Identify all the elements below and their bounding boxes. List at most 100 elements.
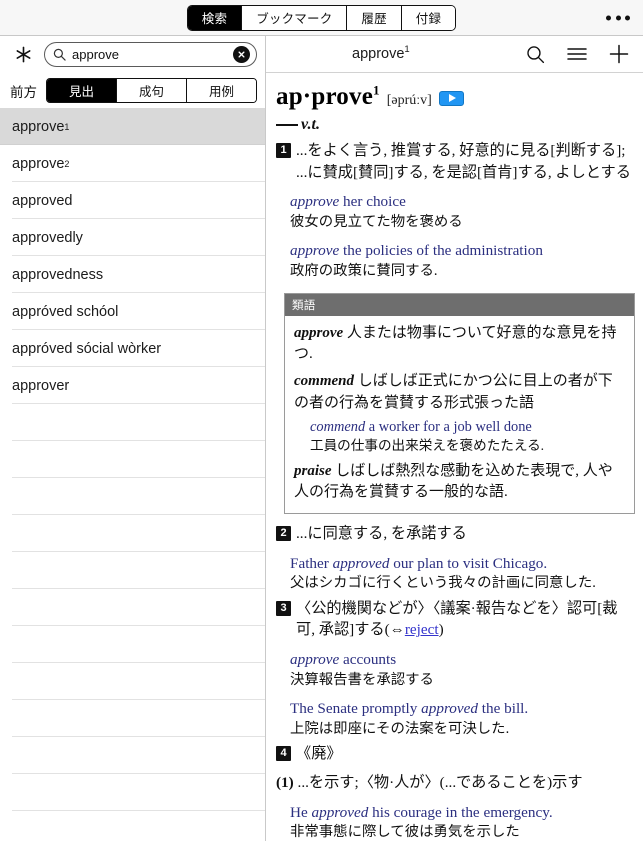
dictionary-app: 検索 ブックマーク 履歴 付録 approve 前方 見出 成句 用例 appr… [0,0,643,841]
sense-3: 3 〈公的機関などが〉〈議案·報告などを〉認可[裁可, 承認]する(⇔rejec… [276,598,635,641]
dot [625,15,630,20]
list-item-empty [0,441,265,478]
search-row: approve [0,36,265,73]
sidebar: approve 前方 見出 成句 用例 approve 1 approve 2 … [0,36,266,841]
dot [615,15,621,20]
sense-body: ...に同意する, を承諾する [296,523,635,545]
example-keyword: commend [310,418,366,435]
sense-2: 2 ...に同意する, を承諾する [276,523,635,545]
sense-definition: ...をよく言う, 推賞する, 好意的に見る[判断する]; ...に賛成[賛同]… [296,142,631,181]
example-en: approve accounts [290,650,635,670]
sense-number: 1 [276,143,291,158]
example: approve the policies of the administrati… [290,241,635,281]
headword-sup: 1 [373,82,380,98]
list-item[interactable]: approvedly [0,219,265,256]
result-list[interactable]: approve 1 approve 2 approved approvedly ap… [0,108,265,841]
main-tab-bar[interactable]: 検索 ブックマーク 履歴 付録 [186,4,457,31]
search-input-value: approve [72,47,119,62]
example-keyword: approve [290,193,340,211]
list-item-label: approvedly [12,229,83,246]
content-header-icons [526,44,629,64]
list-item[interactable]: appróved schóol [0,293,265,330]
cross-reference-link[interactable]: reject [405,621,439,638]
example-en: He approved his courage in the emergency… [290,803,635,823]
example-en-rest: accounts [339,651,397,669]
filter-example[interactable]: 用例 [187,79,256,102]
list-item[interactable]: approve 2 [0,145,265,182]
list-item[interactable]: approved [0,182,265,219]
list-item[interactable]: approver [0,367,265,404]
tab-history[interactable]: 履歴 [347,5,402,30]
headword-line: ap·prove1 [əprúːv] [276,83,635,111]
example-jp: 父はシカゴに行くという我々の計画に同意した. [290,575,596,592]
example-jp: 工員の仕事の出来栄えを褒めたたえる. [310,438,545,454]
sense-number: 2 [276,526,291,542]
synonym-box: 類語 approve 人または物事について好意的な意見を持つ. commend … [284,292,635,515]
example-en-pre: He [290,803,312,821]
dictionary-entry: ap·prove1 [əprúːv] v.t. 1 ...をよく言う, 推賞する… [266,73,643,841]
example: approve accounts 決算報告書を承認する [290,650,635,690]
headword: ap·prove1 [276,83,380,111]
plus-icon[interactable] [609,44,629,64]
asterisk-icon[interactable] [10,42,36,68]
main-body: approve 前方 見出 成句 用例 approve 1 approve 2 … [0,36,643,841]
example-jp: 上院は即座にその法案を可決した. [290,720,510,737]
tab-bookmark[interactable]: ブックマーク [242,5,348,30]
synonym-text: しばしば熱烈な感動を込めた表現で, 人や人の行為を賞賛する一般的な語. [294,462,613,501]
example-keyword: approved [311,803,369,821]
synonym-box-header: 類語 [285,293,634,316]
pos-label: v.t. [301,116,320,133]
tab-appendix[interactable]: 付録 [401,5,456,30]
sense-number: 3 [276,600,291,616]
search-icon[interactable] [526,45,545,64]
example-en-rest: the bill. [477,700,529,718]
filter-segmented-control[interactable]: 見出 成句 用例 [46,78,257,103]
clear-circle-icon[interactable] [233,46,250,63]
play-audio-icon[interactable] [438,90,464,106]
list-item-empty [0,478,265,515]
list-item[interactable]: approve 1 [0,108,265,145]
list-item-label: approvedness [12,266,104,283]
sense-body: ...をよく言う, 推賞する, 好意的に見る[判断する]; ...に賛成[賛同]… [296,140,635,183]
page-title-sup: 1 [404,44,410,56]
example-keyword: approve [290,651,340,669]
example-en: Father approved our plan to visit Chicag… [290,554,635,574]
content-header: approve1 [266,36,643,73]
tab-search[interactable]: 検索 [187,5,243,30]
list-item-empty [0,700,265,737]
search-icon [53,48,66,61]
list-item-empty [0,737,265,774]
synonym-box-body: approve 人または物事について好意的な意見を持つ. commend しばし… [285,316,634,514]
example: approve her choice 彼女の見立てた物を褒める [290,192,635,232]
page-title: approve1 [352,44,410,62]
list-item-label: approve [12,155,65,172]
headword-text: ap·prove [276,83,373,110]
example-en-rest: our plan to visit Chicago. [389,554,548,572]
top-toolbar: 検索 ブックマーク 履歴 付録 [0,0,643,36]
pronunciation: [əprúːv] [386,93,432,108]
example-en-rest: a worker for a job well done [365,418,532,435]
synonym-item: approve 人または物事について好意的な意見を持つ. [294,323,625,367]
pos-dash [276,123,298,127]
sense-definition: 〈公的機関などが〉〈議案·報告などを〉認可[裁可, 承認]する(⇔reject) [296,598,635,641]
filter-idiom[interactable]: 成句 [117,79,187,102]
page-title-text: approve [352,46,405,62]
search-input[interactable]: approve [44,42,257,67]
example-jp: 政府の政策に賛同する. [290,263,438,280]
list-item-label: approved [12,192,73,209]
list-item-label: appróved sócial wòrker [12,340,162,357]
content-title-wrap: approve1 [266,44,526,62]
example: The Senate promptly approved the bill. 上… [290,699,635,739]
example: Father approved our plan to visit Chicag… [290,554,635,594]
more-horizontal-icon[interactable] [606,15,630,20]
play-triangle [448,94,456,102]
sense-body: 《廃》 [296,743,635,765]
list-item[interactable]: appróved sócial wòrker [0,330,265,367]
list-item-label: approve [12,118,65,135]
sub-sense: (1) ...を示す;〈物·人が〉(...であることを)示す [276,772,635,794]
example-jp: 非常事態に際して彼は勇気を示した [290,824,520,841]
filter-headword[interactable]: 見出 [47,79,117,102]
sense-4: 4 《廃》 [276,743,635,765]
menu-icon[interactable] [567,46,587,62]
list-item[interactable]: approvedness [0,256,265,293]
